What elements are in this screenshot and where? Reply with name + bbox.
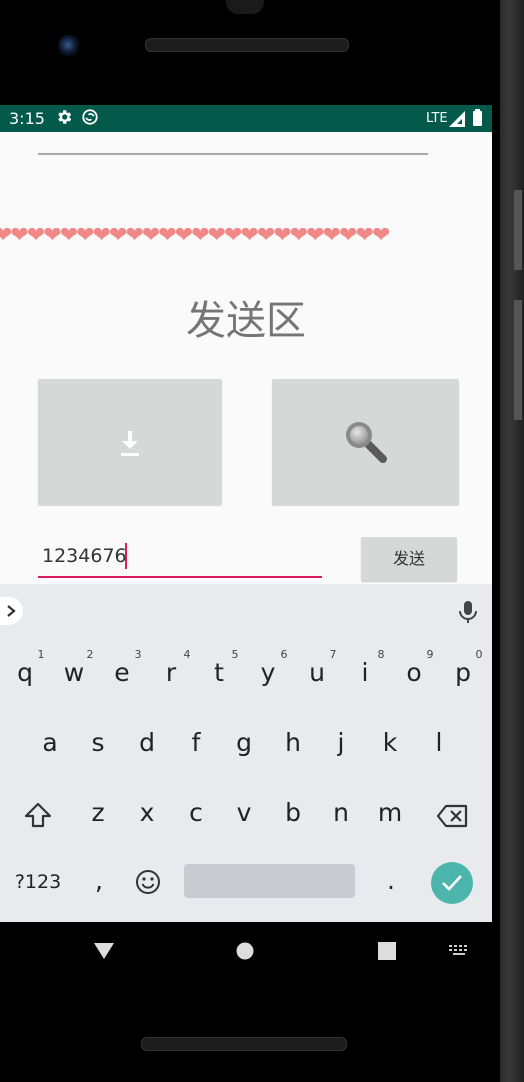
input-underline <box>38 576 322 578</box>
key-f[interactable]: f <box>176 728 216 757</box>
status-bar: 3:15 LTE <box>0 105 492 132</box>
period-key[interactable]: . <box>371 866 411 895</box>
signal-icon <box>449 111 465 127</box>
key-d[interactable]: d <box>127 728 167 757</box>
key-j[interactable]: j <box>321 728 361 757</box>
message-input[interactable]: 1234676 <box>38 539 322 579</box>
symbols-key[interactable]: ?123 <box>8 871 68 893</box>
key-h[interactable]: h <box>273 728 313 757</box>
keyboard-icon[interactable] <box>448 944 470 958</box>
keyboard-suggestion-strip <box>0 584 492 638</box>
key-b[interactable]: b <box>273 798 313 827</box>
emoji-icon[interactable] <box>135 869 161 895</box>
message-input-value: 1234676 <box>42 545 127 567</box>
divider-line <box>38 153 428 155</box>
recents-icon[interactable] <box>378 942 396 960</box>
download-button[interactable] <box>38 379 222 505</box>
bottom-speaker <box>141 1037 347 1051</box>
page-title: 发送区 <box>186 298 306 344</box>
key-m[interactable]: m <box>370 798 410 827</box>
key-r[interactable]: r <box>151 658 191 687</box>
key-w[interactable]: w <box>54 658 94 687</box>
comma-key[interactable]: , <box>79 866 119 895</box>
key-o[interactable]: o <box>394 658 434 687</box>
side-button <box>514 190 522 270</box>
chevron-right-icon <box>7 605 16 617</box>
enter-button[interactable] <box>431 862 473 904</box>
send-button[interactable]: 发送 <box>361 537 457 581</box>
search-button[interactable] <box>272 379 459 505</box>
key-e[interactable]: e <box>102 658 142 687</box>
key-u[interactable]: u <box>297 658 337 687</box>
key-z[interactable]: z <box>78 798 118 827</box>
network-label: LTE <box>426 111 448 126</box>
key-k[interactable]: k <box>370 728 410 757</box>
navigation-bar <box>0 922 492 982</box>
key-p[interactable]: p <box>443 658 483 687</box>
key-g[interactable]: g <box>224 728 264 757</box>
download-icon <box>121 431 139 456</box>
status-time: 3:15 <box>9 109 45 128</box>
key-v[interactable]: v <box>224 798 264 827</box>
text-cursor <box>125 543 127 569</box>
expand-toolbar-button[interactable] <box>0 597 23 625</box>
volume-button <box>514 300 522 420</box>
backspace-icon[interactable] <box>436 804 468 828</box>
back-icon[interactable] <box>93 942 115 960</box>
key-l[interactable]: l <box>419 728 459 757</box>
key-s[interactable]: s <box>78 728 118 757</box>
battery-icon <box>473 109 482 126</box>
top-speaker <box>145 38 349 52</box>
microphone-icon[interactable] <box>457 600 479 624</box>
key-q[interactable]: q <box>5 658 45 687</box>
phone-right-edge <box>500 0 524 1082</box>
key-n[interactable]: n <box>321 798 361 827</box>
home-icon[interactable] <box>236 942 254 960</box>
checkmark-icon <box>442 875 462 891</box>
search-icon <box>346 422 387 463</box>
space-bar[interactable] <box>184 864 355 898</box>
front-camera <box>58 35 80 57</box>
key-y[interactable]: y <box>248 658 288 687</box>
shift-icon[interactable] <box>24 802 52 828</box>
sync-icon <box>82 109 98 125</box>
key-x[interactable]: x <box>127 798 167 827</box>
heart-decoration: ❤❤❤❤❤❤❤❤❤❤❤❤❤❤❤❤❤❤❤❤❤❤❤❤ <box>0 223 390 248</box>
soft-keyboard: 1 2 3 4 5 6 7 8 9 0 q w e r t y u i o p … <box>0 638 492 922</box>
phone-notch <box>226 0 264 14</box>
key-t[interactable]: t <box>199 658 239 687</box>
key-a[interactable]: a <box>30 728 70 757</box>
key-c[interactable]: c <box>176 798 216 827</box>
app-content: ❤❤❤❤❤❤❤❤❤❤❤❤❤❤❤❤❤❤❤❤❤❤❤❤ 发送区 1234676 发送 <box>0 132 492 584</box>
gear-icon <box>58 110 72 124</box>
key-i[interactable]: i <box>345 658 385 687</box>
